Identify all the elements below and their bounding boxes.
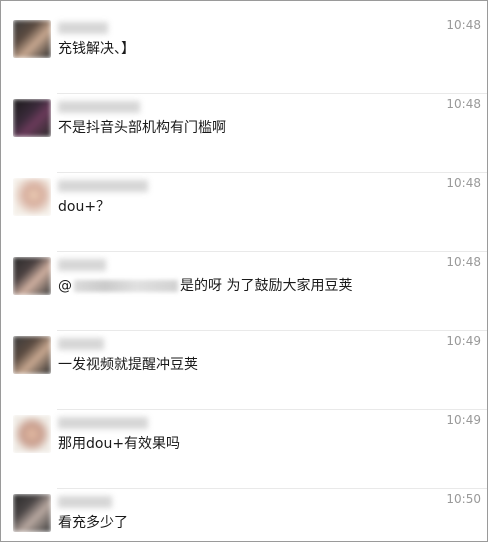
sender-name: [58, 338, 104, 350]
sender-name: [58, 22, 108, 34]
chat-message-7[interactable]: 10:50 看充多少了: [1, 489, 487, 541]
message-text: 看充多少了: [58, 515, 128, 531]
message-text: dou+？: [58, 199, 111, 215]
sender-name: [58, 101, 140, 113]
sender-name: [58, 180, 148, 192]
message-time: 10:48: [446, 97, 481, 111]
mention-user[interactable]: [74, 280, 178, 292]
user-avatar[interactable]: [13, 257, 51, 295]
user-avatar[interactable]: [13, 99, 51, 137]
message-text: @ 是的呀 为了鼓励大家用豆荚: [58, 277, 352, 295]
sender-name: [58, 496, 112, 508]
chat-message-5[interactable]: 10:49 一发视频就提醒冲豆荚: [1, 331, 487, 410]
message-time: 10:49: [446, 413, 481, 427]
message-time: 10:50: [446, 492, 481, 506]
chat-message-3[interactable]: 10:48 dou+？: [1, 173, 487, 252]
sender-name: [58, 259, 106, 271]
message-text: 不是抖音头部机构有门槛啊: [58, 120, 226, 136]
message-text: 那用dou+有效果吗: [58, 436, 181, 452]
chat-message-list[interactable]: 10:48 充钱解决、】 10:48 不是抖音头部机构有门槛啊 10:48 do…: [0, 0, 488, 542]
message-text-rest: 是的呀 为了鼓励大家用豆荚: [180, 278, 353, 294]
user-avatar[interactable]: [13, 336, 51, 374]
user-avatar[interactable]: [13, 494, 51, 532]
user-avatar[interactable]: [13, 415, 51, 453]
message-time: 10:49: [446, 334, 481, 348]
chat-message-6[interactable]: 10:49 那用dou+有效果吗: [1, 410, 487, 489]
message-time: 10:48: [446, 255, 481, 269]
chat-message-1[interactable]: 10:48 充钱解决、】: [1, 15, 487, 94]
user-avatar[interactable]: [13, 20, 51, 58]
message-text: 一发视频就提醒冲豆荚: [58, 357, 198, 373]
message-time: 10:48: [446, 176, 481, 190]
chat-message-2[interactable]: 10:48 不是抖音头部机构有门槛啊: [1, 94, 487, 173]
mention-prefix: @: [58, 278, 72, 294]
user-avatar[interactable]: [13, 178, 51, 216]
message-time: 10:48: [446, 18, 481, 32]
message-text: 充钱解决、】: [58, 41, 135, 57]
chat-message-4[interactable]: 10:48 @ 是的呀 为了鼓励大家用豆荚: [1, 252, 487, 331]
sender-name: [58, 417, 148, 429]
